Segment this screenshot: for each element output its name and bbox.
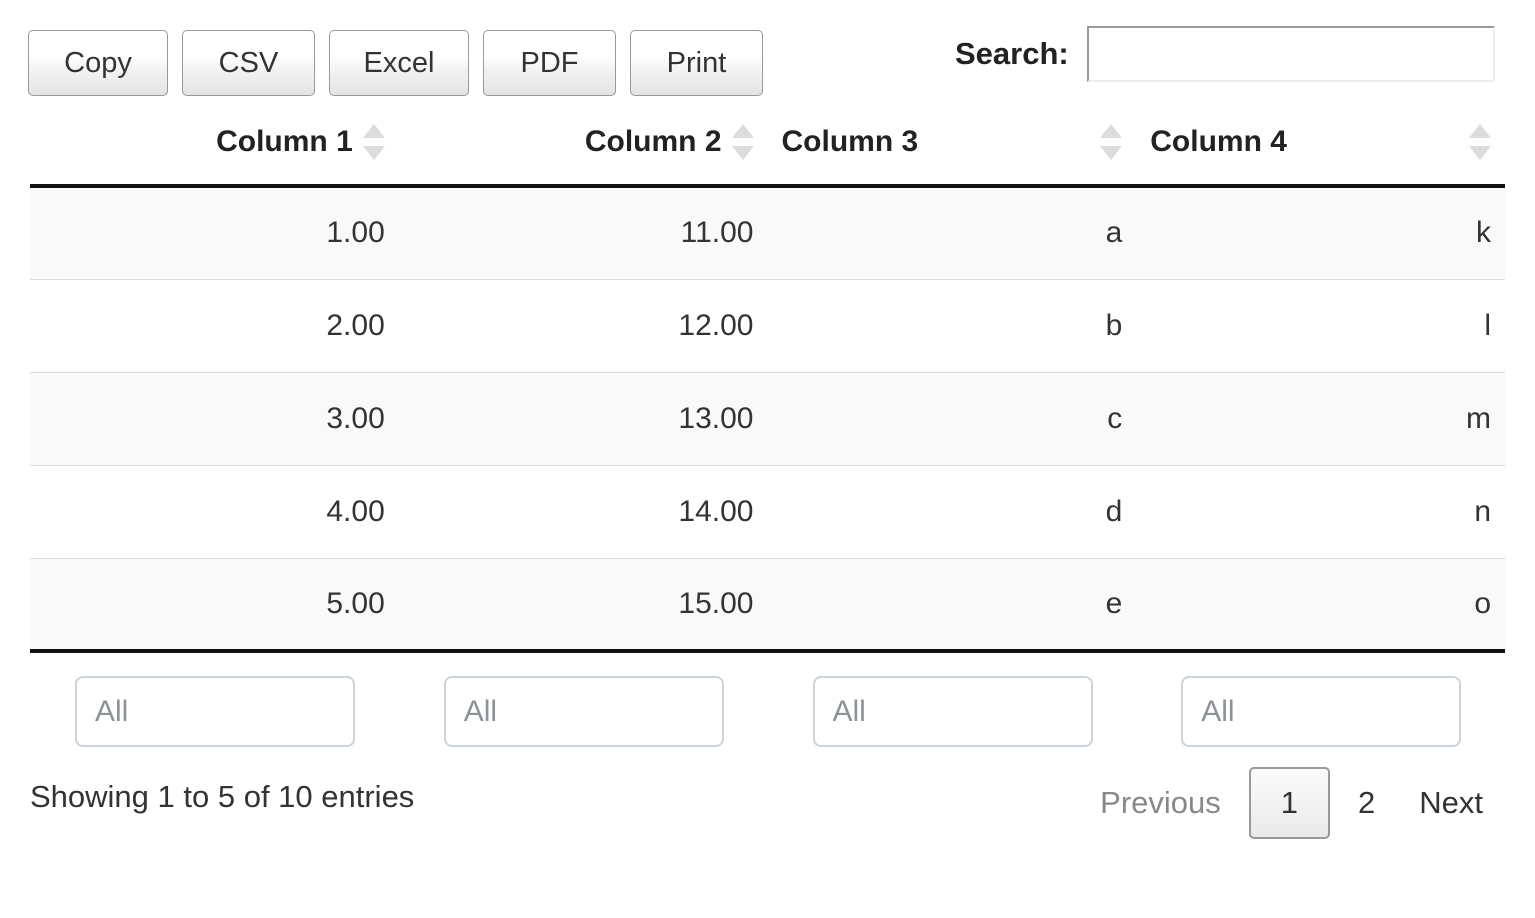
cell-col2: 15.00 <box>399 558 768 651</box>
filter-cell-col1 <box>30 676 399 747</box>
filter-input-col4[interactable] <box>1181 676 1461 747</box>
cell-col4: k <box>1136 186 1505 279</box>
cell-col1: 3.00 <box>30 372 399 465</box>
column-filter-row <box>30 653 1505 747</box>
sort-arrows-icon[interactable] <box>1469 122 1491 162</box>
table-row[interactable]: 5.00 15.00 e o <box>30 558 1505 651</box>
sort-arrows-icon[interactable] <box>732 122 754 162</box>
cell-col3: e <box>768 558 1137 651</box>
column-header-4[interactable]: Column 4 <box>1136 110 1505 186</box>
cell-col1: 4.00 <box>30 465 399 558</box>
excel-button[interactable]: Excel <box>329 30 469 96</box>
pagination: Previous 1 2 Next <box>1078 767 1505 839</box>
cell-col1: 5.00 <box>30 558 399 651</box>
table-header-row: Column 1 Column 2 Column 3 <box>30 110 1505 186</box>
sort-arrows-icon[interactable] <box>363 122 385 162</box>
column-header-2[interactable]: Column 2 <box>399 110 768 186</box>
cell-col2: 13.00 <box>399 372 768 465</box>
column-header-3-label: Column 3 <box>782 125 919 159</box>
cell-col4: n <box>1136 465 1505 558</box>
filter-cell-col2 <box>399 676 768 747</box>
table-row[interactable]: 2.00 12.00 b l <box>30 279 1505 372</box>
pagination-next[interactable]: Next <box>1397 767 1505 839</box>
filter-cell-col3 <box>768 676 1137 747</box>
table-row[interactable]: 1.00 11.00 a k <box>30 186 1505 279</box>
cell-col4: m <box>1136 372 1505 465</box>
pagination-page-1[interactable]: 1 <box>1249 767 1330 839</box>
cell-col2: 12.00 <box>399 279 768 372</box>
cell-col1: 1.00 <box>30 186 399 279</box>
table-head: Column 1 Column 2 Column 3 <box>30 110 1505 186</box>
cell-col3: c <box>768 372 1137 465</box>
cell-col2: 14.00 <box>399 465 768 558</box>
filter-input-col2[interactable] <box>444 676 724 747</box>
table-footer: Showing 1 to 5 of 10 entries Previous 1 … <box>30 747 1505 857</box>
cell-col4: l <box>1136 279 1505 372</box>
filter-input-col3[interactable] <box>813 676 1093 747</box>
filter-input-col1[interactable] <box>75 676 355 747</box>
table-body: 1.00 11.00 a k 2.00 12.00 b l 3.00 13.00… <box>30 186 1505 651</box>
search-area: Search: <box>955 26 1495 82</box>
table-toolbar: Copy CSV Excel PDF Print Search: <box>0 0 1535 110</box>
entries-info: Showing 1 to 5 of 10 entries <box>30 779 414 815</box>
cell-col1: 2.00 <box>30 279 399 372</box>
pagination-page-2[interactable]: 2 <box>1336 767 1397 839</box>
cell-col4: o <box>1136 558 1505 651</box>
export-button-group: Copy CSV Excel PDF Print <box>28 30 763 96</box>
datatable-page: Copy CSV Excel PDF Print Search: Column … <box>0 0 1535 918</box>
column-header-3[interactable]: Column 3 <box>768 110 1137 186</box>
search-label: Search: <box>955 36 1069 72</box>
table-row[interactable]: 3.00 13.00 c m <box>30 372 1505 465</box>
table-container: Column 1 Column 2 Column 3 <box>30 110 1505 653</box>
filter-cell-col4 <box>1136 676 1505 747</box>
pdf-button[interactable]: PDF <box>483 30 616 96</box>
cell-col3: d <box>768 465 1137 558</box>
table-row[interactable]: 4.00 14.00 d n <box>30 465 1505 558</box>
search-input[interactable] <box>1087 26 1495 82</box>
data-table: Column 1 Column 2 Column 3 <box>30 110 1505 653</box>
column-header-4-label: Column 4 <box>1150 125 1287 159</box>
pagination-previous[interactable]: Previous <box>1078 767 1243 839</box>
column-header-2-label: Column 2 <box>585 125 722 159</box>
print-button[interactable]: Print <box>630 30 763 96</box>
sort-arrows-icon[interactable] <box>1100 122 1122 162</box>
cell-col3: b <box>768 279 1137 372</box>
cell-col3: a <box>768 186 1137 279</box>
cell-col2: 11.00 <box>399 186 768 279</box>
column-header-1-label: Column 1 <box>216 125 353 159</box>
copy-button[interactable]: Copy <box>28 30 168 96</box>
csv-button[interactable]: CSV <box>182 30 315 96</box>
column-header-1[interactable]: Column 1 <box>30 110 399 186</box>
